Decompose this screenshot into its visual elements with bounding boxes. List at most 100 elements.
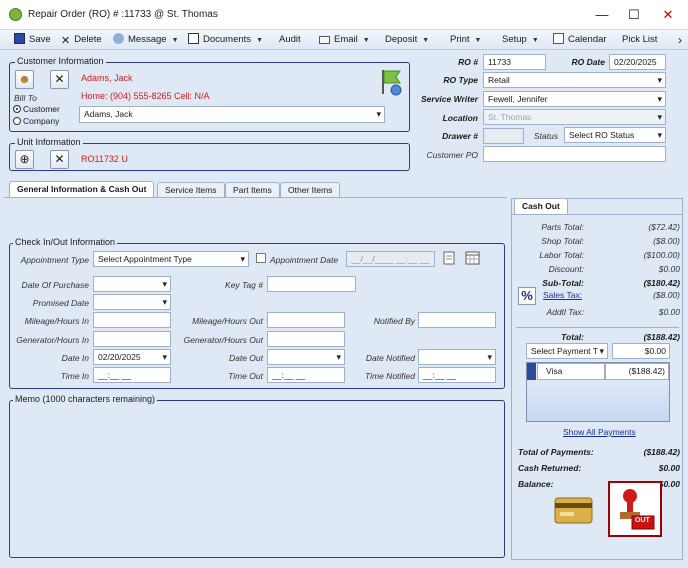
time-in-field[interactable]: __:__ __ [93, 367, 171, 383]
pick-list-button[interactable]: Pick List [622, 30, 657, 50]
clear-icon: ✕ [54, 152, 65, 166]
key-tag-field[interactable] [267, 276, 356, 292]
appointment-type-select[interactable]: Select Appointment Type [93, 251, 249, 267]
sales-tax-link[interactable]: Sales Tax: [543, 290, 582, 300]
time-notified-field[interactable]: __:__ __ [418, 367, 496, 383]
close-button[interactable]: ✕ [655, 4, 681, 26]
appointment-date-label: Appointment Date [270, 255, 339, 265]
time-out-field[interactable]: __:__ __ [267, 367, 345, 383]
email-button[interactable]: Email ▼ [319, 30, 370, 50]
customer-flag-icon[interactable] [378, 68, 404, 96]
generator-out-field[interactable] [267, 331, 345, 347]
discount-value: $0.00 [658, 264, 680, 274]
memo-label: Memo (1000 characters remaining) [13, 394, 158, 404]
tab-general-information[interactable]: General Information & Cash Out [9, 181, 155, 198]
service-writer-label: Service Writer [420, 94, 478, 104]
tab-service-items[interactable]: Service Items [157, 182, 225, 198]
percent-icon[interactable]: % [518, 287, 536, 305]
payment-row-selector[interactable] [527, 363, 536, 380]
total-value: ($188.42) [643, 332, 680, 342]
customer-po-label: Customer PO [426, 150, 479, 160]
unit-id: RO11732 U [81, 154, 128, 164]
appointment-checkbox[interactable] [256, 253, 266, 263]
save-icon [14, 33, 25, 44]
toolbar-overflow-icon[interactable]: › [678, 30, 682, 50]
mileage-out-field[interactable] [267, 312, 345, 328]
date-in-select[interactable]: 02/20/2025 [93, 349, 171, 365]
payment-type-select[interactable]: Select Payment T [526, 343, 608, 359]
ro-number-field[interactable]: 11733 [483, 54, 546, 70]
drawer-field[interactable] [483, 128, 524, 144]
drawer-label: Drawer # [442, 131, 478, 141]
setup-button[interactable]: Setup ▼ [502, 30, 539, 50]
payment-method-cell[interactable]: Visa [537, 363, 605, 380]
status-label: Status [534, 131, 559, 141]
show-all-payments-link[interactable]: Show All Payments [563, 427, 636, 437]
balance-label: Balance: [518, 479, 554, 489]
bill-to-select[interactable]: Adams, Jack [79, 106, 385, 123]
notified-by-label: Notified By [373, 316, 415, 326]
tab-part-items[interactable]: Part Items [225, 182, 280, 198]
customer-clear-button[interactable]: ✕ [50, 70, 69, 89]
documents-icon [188, 33, 199, 44]
minimize-button[interactable]: — [589, 4, 615, 26]
audit-button[interactable]: Audit [279, 30, 301, 50]
sales-tax-value: ($8.00) [653, 290, 680, 300]
clear-icon: ✕ [54, 72, 65, 86]
parts-total-label: Parts Total: [541, 222, 584, 232]
status-select[interactable]: Select RO Status [564, 127, 666, 143]
service-writer-select[interactable]: Fewell, Jennifer [483, 91, 666, 107]
app-icon [9, 8, 22, 21]
key-tag-label: Key Tag # [225, 280, 263, 290]
delete-button[interactable]: ✕ Delete [61, 30, 102, 50]
mileage-in-field[interactable] [93, 312, 171, 328]
labor-total-label: Labor Total: [539, 250, 584, 260]
bill-to-customer-radio[interactable]: Customer [13, 104, 60, 114]
unit-information-group [9, 143, 410, 171]
ro-date-field[interactable]: 02/20/2025 [609, 54, 666, 70]
date-notified-select[interactable] [418, 349, 496, 365]
check-out-stamp-button[interactable]: OUT [608, 481, 662, 537]
notified-by-field[interactable] [418, 312, 496, 328]
documents-button[interactable]: Documents ▼ [188, 30, 263, 50]
date-out-select[interactable] [267, 349, 345, 365]
message-button[interactable]: Message ▼ [113, 30, 179, 50]
calendar-button[interactable]: Calendar [553, 30, 607, 50]
payment-amount-field[interactable]: $0.00 [612, 343, 670, 359]
ro-type-label: RO Type [443, 75, 478, 85]
tab-cash-out[interactable]: Cash Out [514, 198, 568, 215]
credit-card-button[interactable] [552, 489, 595, 532]
time-in-label: Time In [60, 371, 89, 381]
generator-in-label: Generator/Hours In [16, 335, 89, 345]
unit-lookup-button[interactable]: ⊕ [15, 150, 34, 169]
ro-type-select[interactable]: Retail [483, 72, 666, 88]
unit-clear-button[interactable]: ✕ [50, 150, 69, 169]
bill-to-label: Bill To [14, 93, 37, 103]
stamp-icon [610, 483, 660, 535]
promised-date-select[interactable] [93, 294, 171, 310]
deposit-button[interactable]: Deposit ▼ [385, 30, 429, 50]
date-notified-label: Date Notified [365, 353, 415, 363]
payment-amount-cell[interactable]: ($188.42) [605, 363, 669, 380]
appointment-date-field[interactable]: __/__/____ __:__ __ [346, 251, 435, 267]
delete-icon: ✕ [61, 35, 71, 47]
memo-textarea[interactable] [12, 406, 502, 555]
total-payments-label: Total of Payments: [518, 447, 594, 457]
calendar-picker-icon[interactable] [465, 251, 480, 265]
location-select[interactable]: St. Thomas [483, 109, 666, 125]
tab-other-items[interactable]: Other Items [280, 182, 341, 198]
save-button[interactable]: Save [14, 30, 51, 50]
print-button[interactable]: Print ▼ [450, 30, 481, 50]
date-of-purchase-select[interactable] [93, 276, 171, 292]
customer-lookup-button[interactable]: ☻ [15, 70, 34, 89]
document-icon[interactable] [443, 251, 456, 266]
person-icon: ☻ [18, 72, 31, 86]
promised-date-label: Promised Date [32, 298, 89, 308]
total-divider [516, 327, 679, 328]
customer-po-field[interactable] [483, 146, 666, 162]
bill-to-company-radio[interactable]: Company [13, 116, 59, 126]
maximize-button[interactable]: ☐ [621, 4, 647, 26]
window-title: Repair Order (RO) # :11733 @ St. Thomas [28, 9, 218, 20]
customer-phones: Home: (904) 555-8265 Cell: N/A [81, 91, 210, 101]
generator-in-field[interactable] [93, 331, 171, 347]
